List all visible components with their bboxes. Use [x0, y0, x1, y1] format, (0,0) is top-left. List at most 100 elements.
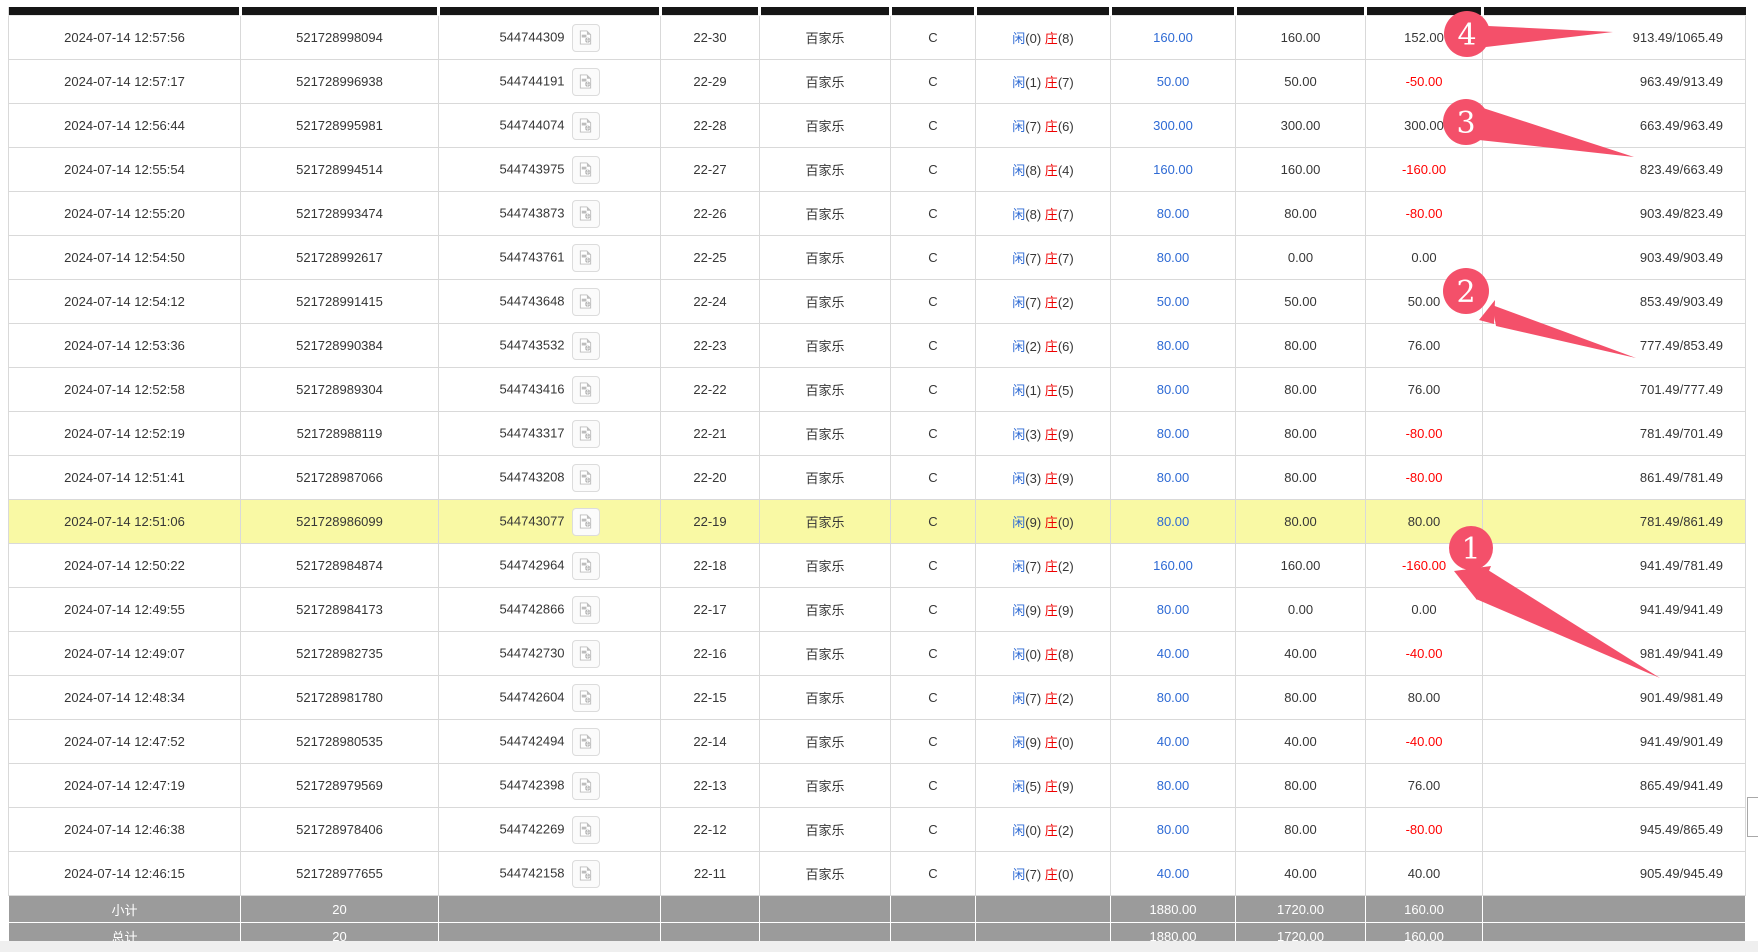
round-code-cell: 22-20	[661, 456, 760, 500]
bet-amount-link[interactable]: 40.00	[1111, 720, 1236, 764]
balance-cell: 663.49/963.49	[1483, 104, 1746, 148]
valid-bet-cell: 40.00	[1236, 852, 1366, 896]
video-replay-button[interactable]	[572, 508, 600, 536]
game-type-cell: 百家乐	[760, 16, 891, 60]
bet-amount-link[interactable]: 50.00	[1111, 280, 1236, 324]
video-replay-button[interactable]	[572, 464, 600, 492]
video-replay-button[interactable]	[572, 244, 600, 272]
video-replay-button[interactable]	[572, 68, 600, 96]
bet-amount-link[interactable]: 160.00	[1111, 16, 1236, 60]
zhuang-label: 庄	[1045, 867, 1058, 882]
bet-amount-link[interactable]: 80.00	[1111, 236, 1236, 280]
zhuang-label: 庄	[1045, 735, 1058, 750]
game-type-cell: 百家乐	[760, 764, 891, 808]
bet-amount-link[interactable]: 80.00	[1111, 456, 1236, 500]
game-type-cell: 百家乐	[760, 852, 891, 896]
table-header-cell	[661, 7, 760, 16]
zhuang-label: 庄	[1045, 75, 1058, 90]
round-code-cell: 22-24	[661, 280, 760, 324]
xian-label: 闲	[1012, 339, 1025, 354]
round-no: 544744309	[499, 29, 564, 44]
bet-amount-link[interactable]: 80.00	[1111, 764, 1236, 808]
result-cell: 闲(7) 庄(2)	[976, 676, 1111, 720]
round-no: 544742730	[499, 645, 564, 660]
win-loss-cell: 152.00	[1366, 16, 1483, 60]
xian-label: 闲	[1012, 471, 1025, 486]
zhuang-label: 庄	[1045, 251, 1058, 266]
valid-bet-cell: 80.00	[1236, 192, 1366, 236]
valid-bet-cell: 50.00	[1236, 60, 1366, 104]
bet-amount-link[interactable]: 80.00	[1111, 808, 1236, 852]
bet-amount-link[interactable]: 80.00	[1111, 192, 1236, 236]
order-no-cell: 521728993474	[241, 192, 439, 236]
bet-amount-link[interactable]: 40.00	[1111, 852, 1236, 896]
bet-amount-link[interactable]: 40.00	[1111, 632, 1236, 676]
video-replay-button[interactable]	[572, 332, 600, 360]
video-replay-button[interactable]	[572, 552, 600, 580]
table-row: 2024-07-14 12:57:56521728998094544744309…	[9, 16, 1746, 60]
balance-cell: 853.49/903.49	[1483, 280, 1746, 324]
video-replay-button[interactable]	[572, 728, 600, 756]
round-no-cell: 544743648	[439, 280, 661, 324]
bet-amount-link[interactable]: 160.00	[1111, 148, 1236, 192]
video-replay-button[interactable]	[572, 420, 600, 448]
bet-amount-link[interactable]: 80.00	[1111, 500, 1236, 544]
win-loss-cell: -80.00	[1366, 412, 1483, 456]
bet-amount-link[interactable]: 300.00	[1111, 104, 1236, 148]
round-code-cell: 22-17	[661, 588, 760, 632]
bet-amount-link[interactable]: 80.00	[1111, 588, 1236, 632]
result-cell: 闲(0) 庄(8)	[976, 632, 1111, 676]
game-type-cell: 百家乐	[760, 104, 891, 148]
video-replay-button[interactable]	[572, 640, 600, 668]
round-no: 544742494	[499, 733, 564, 748]
table-header-cell	[976, 7, 1111, 16]
replay-icon	[578, 734, 593, 749]
round-no-cell: 544743208	[439, 456, 661, 500]
bet-amount-link[interactable]: 80.00	[1111, 324, 1236, 368]
video-replay-button[interactable]	[572, 860, 600, 888]
video-replay-button[interactable]	[572, 24, 600, 52]
replay-icon	[578, 426, 593, 441]
video-replay-button[interactable]	[572, 376, 600, 404]
balance-cell: 941.49/941.49	[1483, 588, 1746, 632]
valid-bet-cell: 80.00	[1236, 412, 1366, 456]
table-header-cell	[241, 7, 439, 16]
bet-amount-link[interactable]: 80.00	[1111, 676, 1236, 720]
bet-amount-link[interactable]: 80.00	[1111, 368, 1236, 412]
video-replay-button[interactable]	[572, 684, 600, 712]
scrollbar-fragment[interactable]	[1747, 797, 1758, 837]
result-cell: 闲(7) 庄(0)	[976, 852, 1111, 896]
win-loss-cell: -160.00	[1366, 148, 1483, 192]
result-cell: 闲(8) 庄(7)	[976, 192, 1111, 236]
table-header-cell	[760, 7, 891, 16]
order-no-cell: 521728979569	[241, 764, 439, 808]
video-replay-button[interactable]	[572, 772, 600, 800]
round-no: 544743975	[499, 161, 564, 176]
round-no: 544743761	[499, 249, 564, 264]
zhuang-label: 庄	[1045, 559, 1058, 574]
balance-cell: 945.49/865.49	[1483, 808, 1746, 852]
valid-bet-cell: 160.00	[1236, 544, 1366, 588]
round-no-cell: 544743975	[439, 148, 661, 192]
video-replay-button[interactable]	[572, 200, 600, 228]
video-replay-button[interactable]	[572, 156, 600, 184]
zhuang-label: 庄	[1045, 31, 1058, 46]
balance-cell: 905.49/945.49	[1483, 852, 1746, 896]
video-replay-button[interactable]	[572, 112, 600, 140]
video-replay-button[interactable]	[572, 288, 600, 316]
xian-label: 闲	[1012, 207, 1025, 222]
result-cell: 闲(5) 庄(9)	[976, 764, 1111, 808]
bet-amount-link[interactable]: 160.00	[1111, 544, 1236, 588]
balance-cell: 777.49/853.49	[1483, 324, 1746, 368]
xian-label: 闲	[1012, 647, 1025, 662]
order-no-cell: 521728991415	[241, 280, 439, 324]
balance-cell: 865.49/941.49	[1483, 764, 1746, 808]
xian-label: 闲	[1012, 691, 1025, 706]
summary-empty-cell	[439, 896, 661, 923]
bet-amount-link[interactable]: 80.00	[1111, 412, 1236, 456]
round-no: 544743873	[499, 205, 564, 220]
video-replay-button[interactable]	[572, 596, 600, 624]
summary-winloss-total-cell: 160.00	[1366, 896, 1483, 923]
video-replay-button[interactable]	[572, 816, 600, 844]
bet-amount-link[interactable]: 50.00	[1111, 60, 1236, 104]
